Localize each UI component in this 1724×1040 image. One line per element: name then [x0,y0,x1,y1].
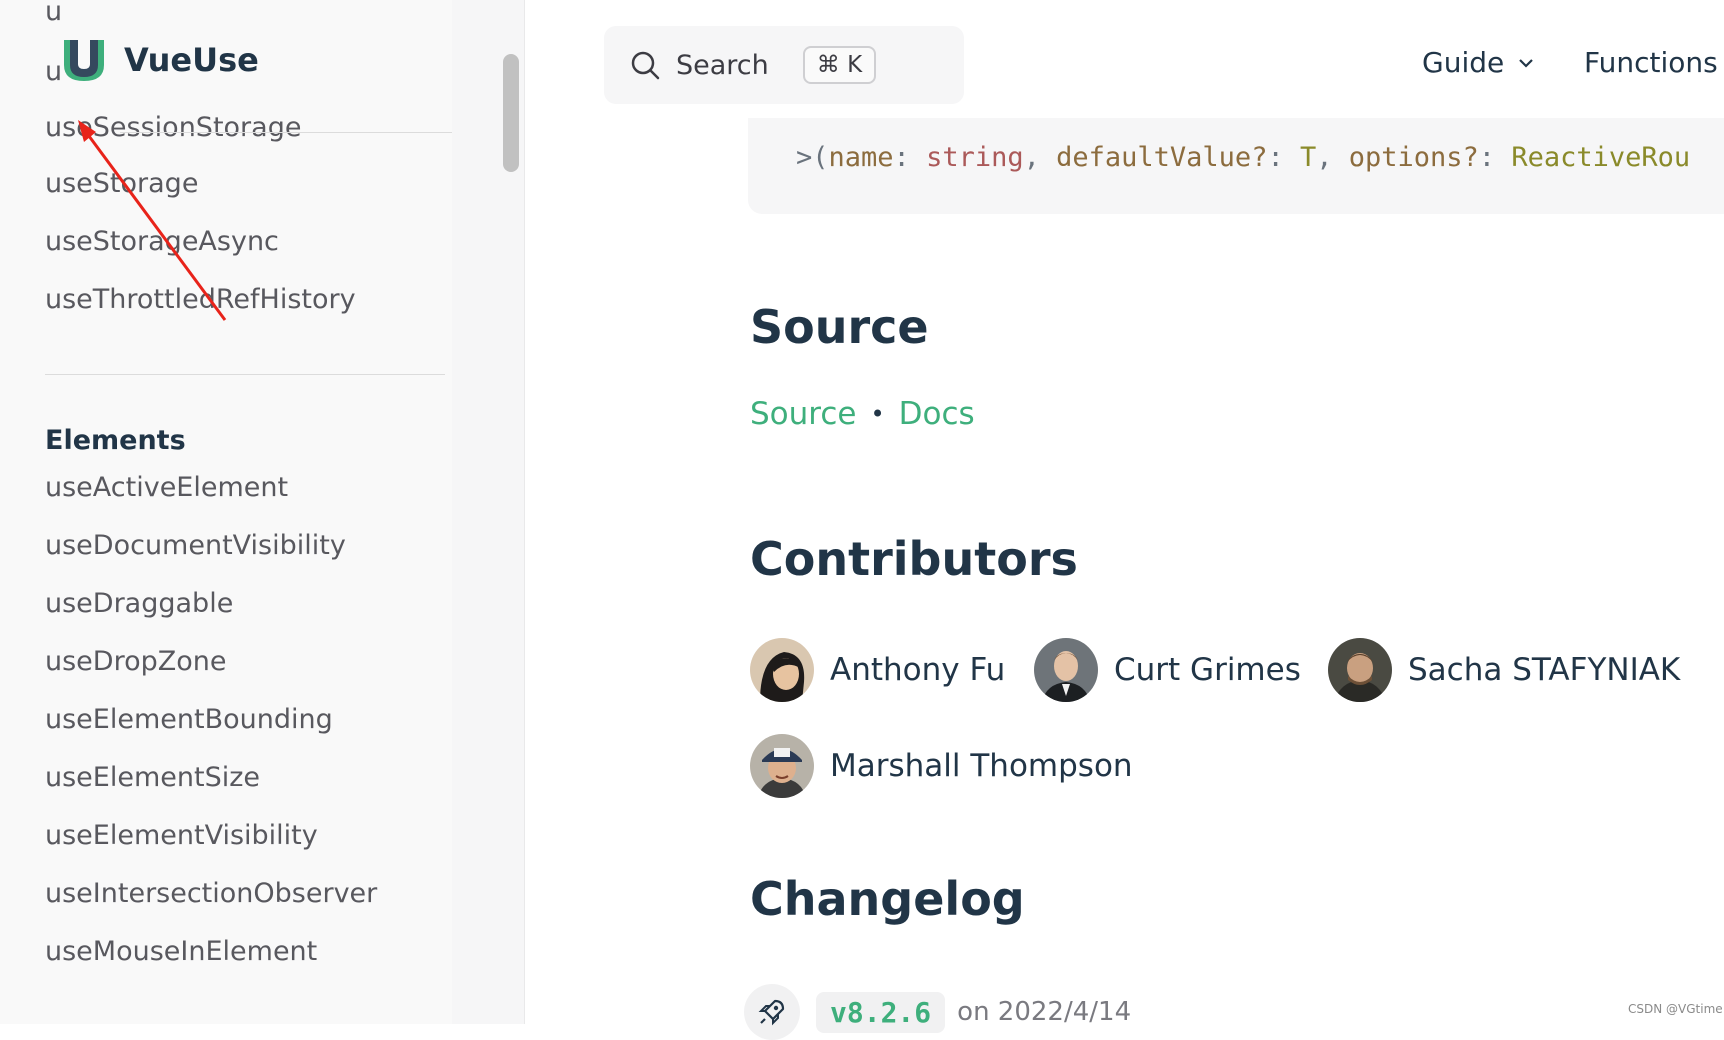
heading-source: Source [750,300,929,354]
rocket-icon-wrapper [744,984,800,1040]
code-token: defaultValue? [1056,142,1268,173]
source-link[interactable]: Source [750,396,856,432]
code-block: >(name: string, defaultValue?: T, option… [748,118,1724,214]
keyboard-shortcut-badge: ⌘ K [802,46,877,84]
contributor-name: Curt Grimes [1114,652,1301,688]
annotation-arrow-icon [78,120,227,321]
contributor[interactable]: Anthony Fu [750,638,1005,702]
search-button[interactable]: Search ⌘ K [604,26,964,104]
sidebar-item-use-element-bounding[interactable]: useElementBounding [45,704,333,735]
content-divider [524,0,525,1024]
code-line: >(name: string, defaultValue?: T, option… [796,142,1691,173]
watermark: CSDN @VGtime [1628,1002,1723,1016]
nav-functions-link[interactable]: Functions [1584,46,1718,79]
rocket-icon [758,999,785,1026]
sidebar-scrollbar-thumb[interactable] [503,54,519,172]
heading-contributors: Contributors [750,532,1078,586]
sidebar-item-use-draggable[interactable]: useDraggable [45,588,233,619]
sidebar-item-use-drop-zone[interactable]: useDropZone [45,646,227,677]
code-token: options? [1348,142,1479,173]
code-token: name [828,142,894,173]
sidebar-item-use-active-element[interactable]: useActiveElement [45,472,288,503]
changelog-date: on 2022/4/14 [957,997,1132,1027]
sidebar-item-use-mouse-in-element[interactable]: useMouseInElement [45,936,317,967]
code-token: T [1299,142,1317,173]
search-label: Search [676,49,769,81]
contributor-name: Anthony Fu [830,652,1006,688]
avatar [750,734,814,798]
avatar [1328,638,1392,702]
chevron-down-icon [1519,58,1534,68]
contributor[interactable]: Marshall Thompson [750,734,1133,798]
sidebar-item-use-element-visibility[interactable]: useElementVisibility [45,820,318,851]
changelog-entry: v8.2.6 on 2022/4/14 [744,984,1131,1040]
section-divider [45,374,445,375]
separator: • [870,400,885,428]
nav-guide-label: Guide [1422,46,1505,79]
version-badge[interactable]: v8.2.6 [816,991,946,1033]
search-icon [631,51,660,80]
contributor-name: Sacha STAFYNIAK [1408,652,1681,688]
contributor[interactable]: Curt Grimes [1034,638,1301,702]
code-token: string [926,142,1024,173]
code-token: >( [796,142,829,173]
avatar [750,638,814,702]
docs-link[interactable]: Docs [899,396,975,432]
sidebar-heading-elements: Elements [45,425,186,456]
nav-guide-menu[interactable]: Guide [1422,46,1536,79]
contributor[interactable]: Sacha STAFYNIAK [1328,638,1680,702]
source-links: Source • Docs [750,396,975,432]
heading-changelog: Changelog [750,872,1025,926]
contributor-name: Marshall Thompson [830,748,1133,784]
avatar [1034,638,1098,702]
code-token: ReactiveRou [1511,142,1691,173]
sidebar-item-use-intersection-observer[interactable]: useIntersectionObserver [45,878,377,909]
sidebar-item-use-element-size[interactable]: useElementSize [45,762,260,793]
sidebar-item-use-document-visibility[interactable]: useDocumentVisibility [45,530,346,561]
